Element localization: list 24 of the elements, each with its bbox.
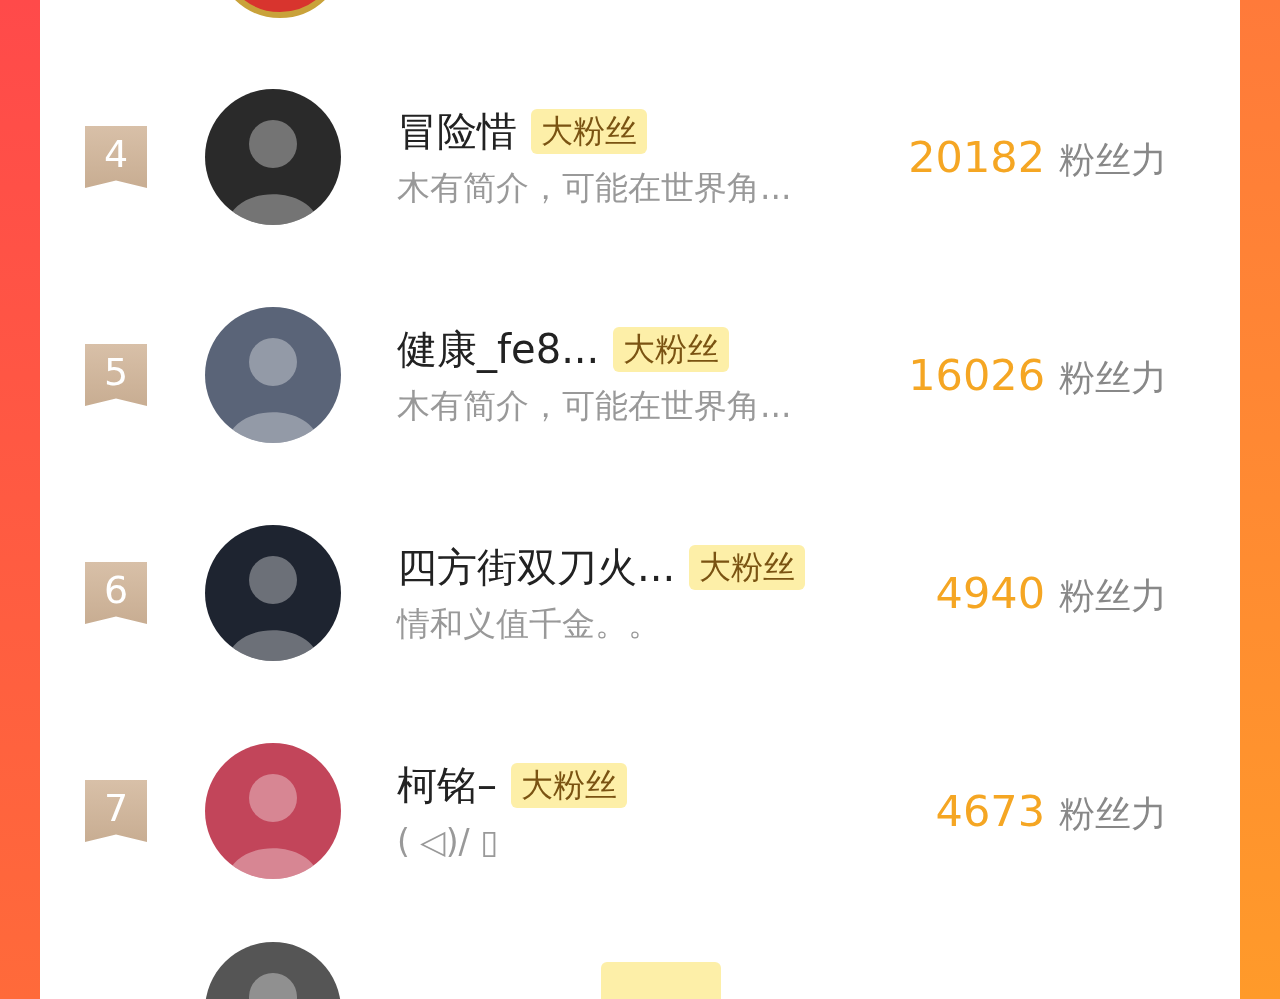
user-bio: 木有简介，可能在世界角... [397,167,793,210]
user-name: 冒险惜 [397,107,517,157]
fan-power-label: 粉丝力 [1059,573,1167,618]
user-bio: ( ◁)/ ▯ [397,821,500,864]
fan-power-value: 20182 [908,130,1045,184]
rank-flag: 4 [85,126,147,188]
fan-power-label: 粉丝力 [1059,791,1167,836]
fan-power-value: 16026 [908,348,1045,402]
rank-flag: 6 [85,562,147,624]
user-name: 柯铭– [397,761,497,811]
fan-tag: 大粉丝 [511,762,627,808]
user-name: 健康_fe8... [397,325,600,375]
fan-power-label: 粉丝力 [1059,355,1167,400]
fan-power-value: 4940 [935,566,1045,620]
user-bio: 木有简介，可能在世界角... [397,385,793,428]
fan-tag: 大粉丝 [531,108,647,154]
rank-flag: 7 [85,780,147,842]
user-bio: 情和义值千金。。 [397,603,662,646]
user-name: 四方街双刀火... [397,543,676,593]
fan-tag: 大粉丝 [689,544,806,590]
rank-flag: 5 [85,344,147,406]
fan-tag: 大粉丝 [613,326,730,372]
fan-power-label: 粉丝力 [1059,137,1167,182]
fan-power-value: 4673 [935,784,1045,838]
